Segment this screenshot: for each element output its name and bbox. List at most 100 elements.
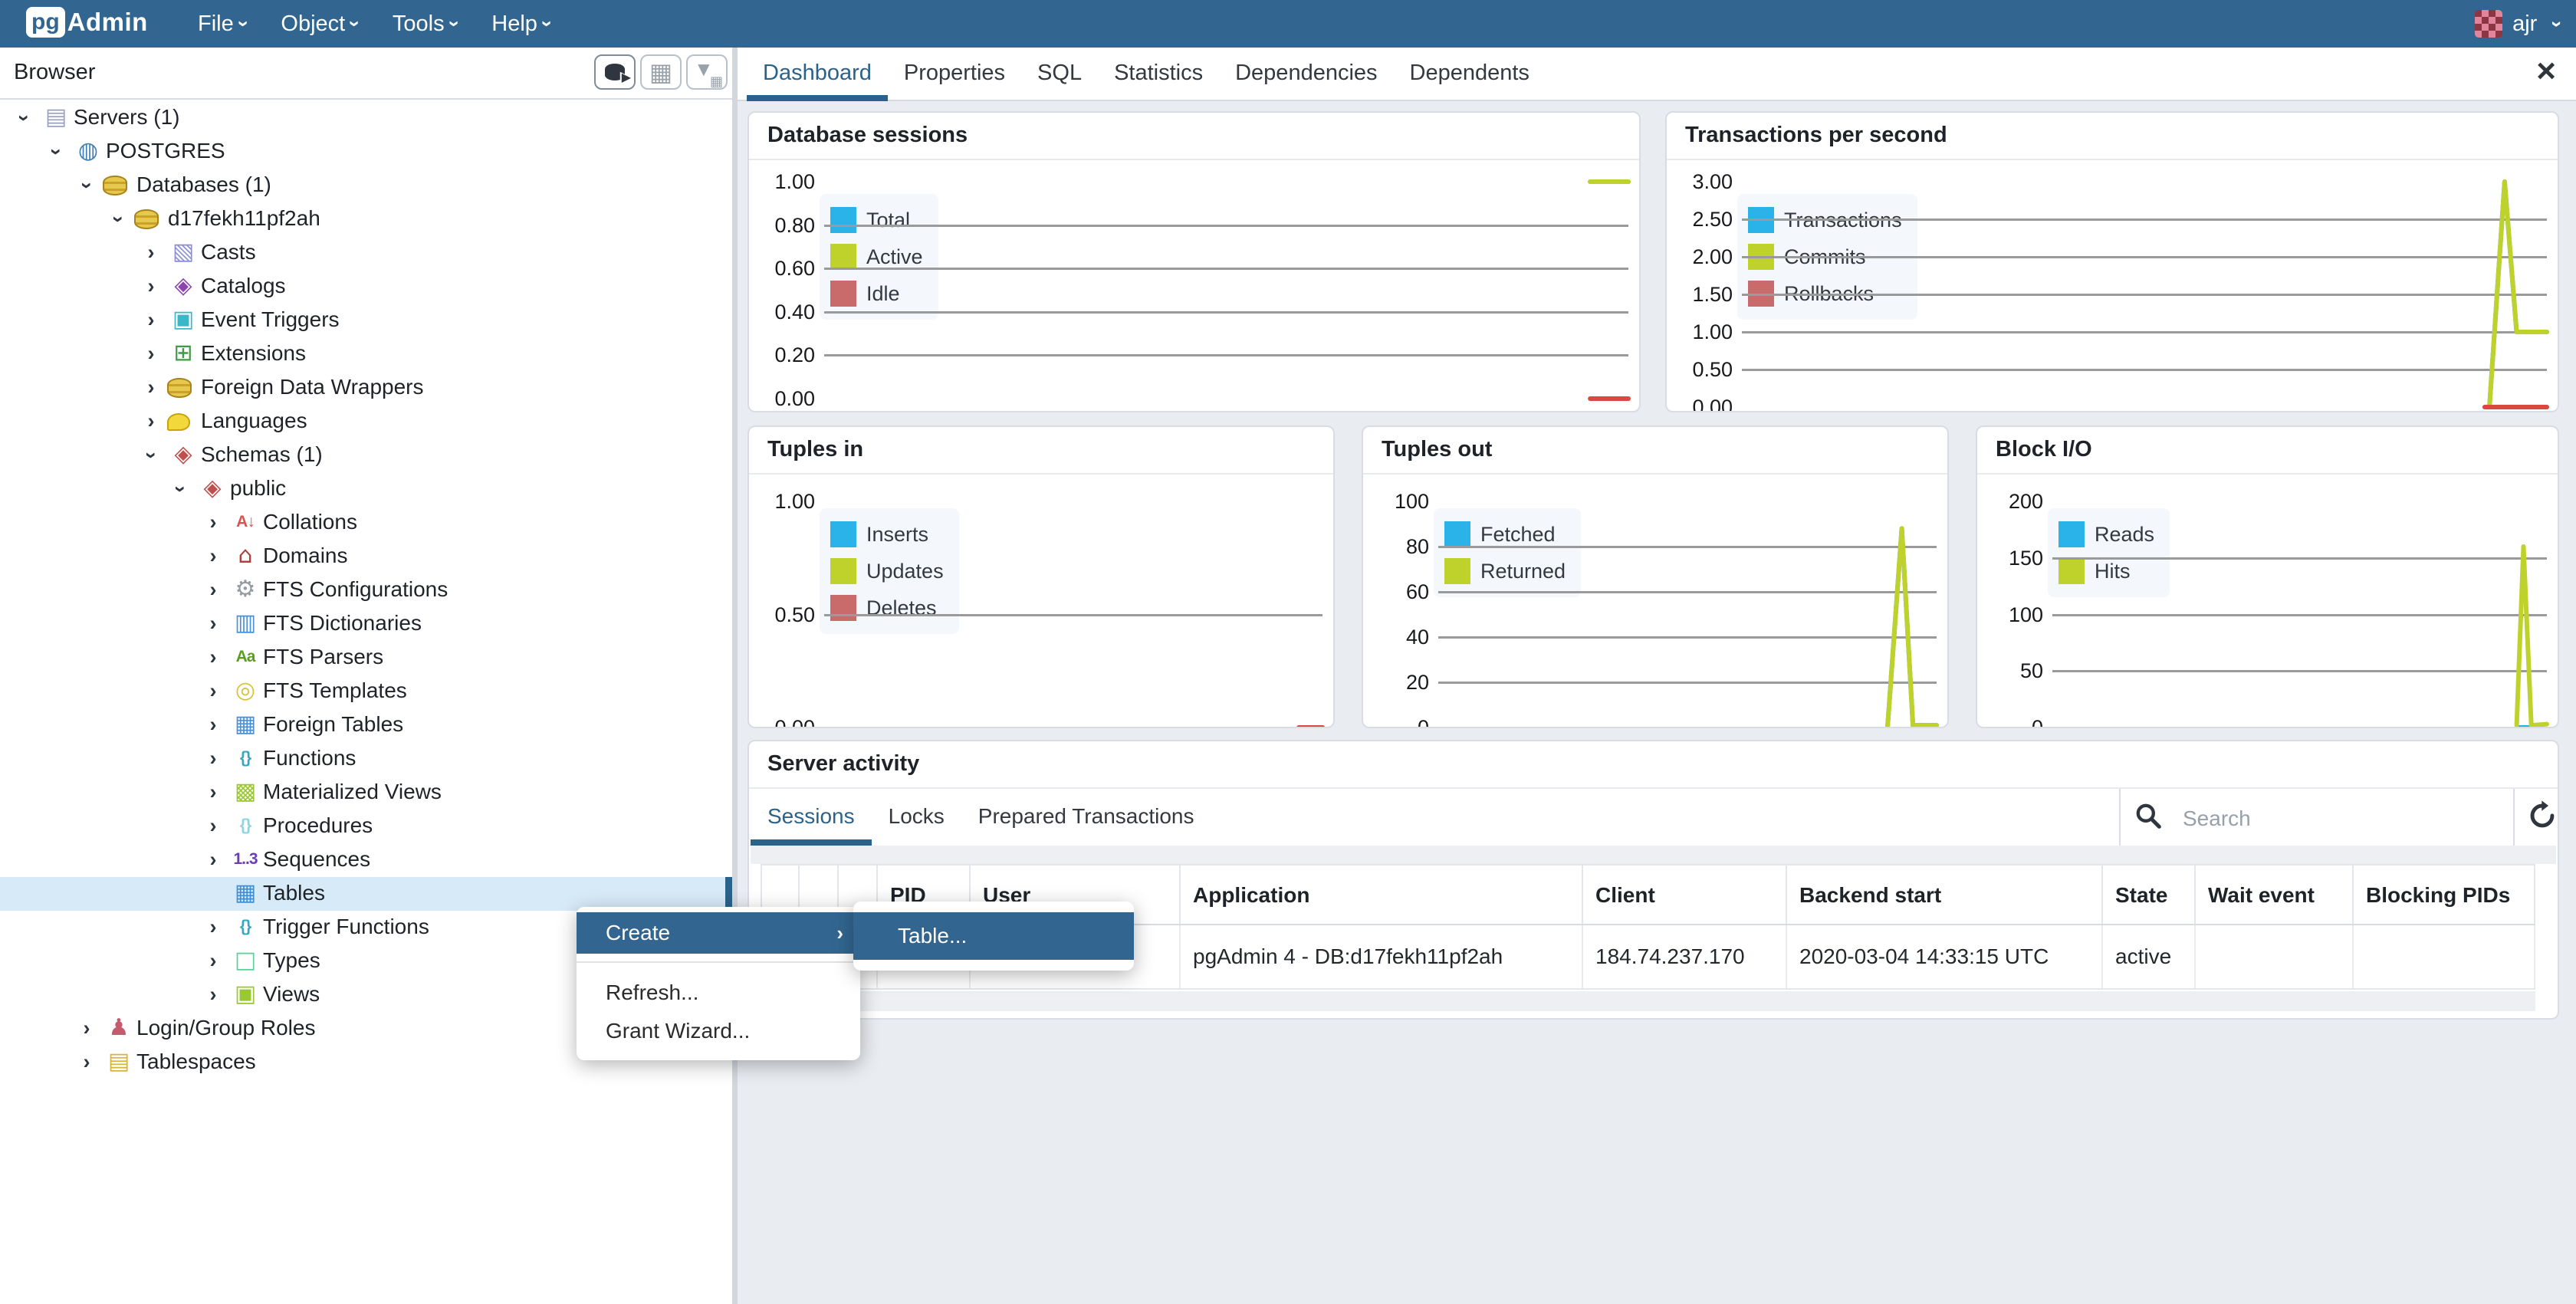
context-menu-item-table[interactable]: Table... <box>853 912 1134 960</box>
expand-icon[interactable]: › <box>200 573 226 607</box>
menu-item-label: Table... <box>898 924 967 948</box>
expand-icon[interactable]: › <box>200 810 226 843</box>
tree-item-event-triggers[interactable]: ›▣Event Triggers <box>0 304 732 337</box>
expand-icon[interactable]: › <box>138 270 164 304</box>
collapse-icon[interactable]: › <box>70 172 104 199</box>
user-name: ajr <box>2512 11 2537 37</box>
expand-icon[interactable]: › <box>200 742 226 776</box>
tree-item-foreign-data-wrappers[interactable]: ›Foreign Data Wrappers <box>0 371 732 405</box>
tree-item-servers-1[interactable]: ›▤Servers (1) <box>0 101 732 135</box>
collapse-icon[interactable]: › <box>101 206 135 232</box>
panel-database-sessions: Database sessions TotalActiveIdle1.000.8… <box>748 111 1641 412</box>
column-header-client[interactable]: Client <box>1583 864 1787 925</box>
tree-item-extensions[interactable]: ›⊞Extensions <box>0 337 732 371</box>
tree-item-d17fekh11pf2ah[interactable]: ›d17fekh11pf2ah <box>0 202 732 236</box>
expand-icon[interactable]: › <box>200 675 226 708</box>
activity-tab-locks[interactable]: Locks <box>872 789 961 846</box>
tab-sql[interactable]: SQL <box>1021 48 1098 100</box>
table-cell: 2020-03-04 14:33:15 UTC <box>1787 925 2103 990</box>
collapse-icon[interactable]: › <box>7 105 41 131</box>
menubar-item-object[interactable]: Object› <box>264 0 376 48</box>
tab-dependencies[interactable]: Dependencies <box>1219 48 1393 100</box>
catalogs-icon: ◈ <box>167 270 199 304</box>
expand-icon[interactable]: › <box>138 304 164 337</box>
tree-item-domains[interactable]: ›⌂Domains <box>0 540 732 573</box>
refresh-icon[interactable] <box>2526 800 2558 836</box>
types-icon: □ <box>229 944 261 978</box>
expand-icon[interactable]: › <box>200 607 226 641</box>
panel-block-io: Block I/O ReadsHits200150100500 <box>1976 425 2559 728</box>
tree-item-label: Tables <box>263 877 325 911</box>
context-menu-item-grant-wizard[interactable]: Grant Wizard... <box>577 1012 860 1050</box>
close-icon[interactable]: × <box>2536 48 2556 95</box>
expand-icon[interactable]: › <box>74 1046 100 1079</box>
tree-item-casts[interactable]: ›▧Casts <box>0 236 732 270</box>
expand-icon[interactable]: › <box>138 337 164 371</box>
panel-resize-handle[interactable] <box>732 48 738 1304</box>
expand-icon[interactable]: › <box>138 405 164 438</box>
panel-tuples-in: Tuples in InsertsUpdatesDeletes1.000.500… <box>748 425 1335 728</box>
tree-item-collations[interactable]: ›A↓Collations <box>0 506 732 540</box>
expand-icon[interactable]: › <box>200 708 226 742</box>
expand-icon[interactable]: › <box>74 1012 100 1046</box>
column-header-backend-start[interactable]: Backend start <box>1787 864 2103 925</box>
view-data-button[interactable]: ▦ <box>640 54 682 90</box>
expand-icon[interactable]: › <box>200 776 226 810</box>
tree-item-materialized-views[interactable]: ›▩Materialized Views <box>0 776 732 810</box>
expand-icon[interactable]: › <box>200 540 226 573</box>
tree-item-databases-1[interactable]: ›Databases (1) <box>0 169 732 202</box>
column-header-application[interactable]: Application <box>1181 864 1583 925</box>
tree-item-procedures[interactable]: ›{}Procedures <box>0 810 732 843</box>
chart-transactions-per-second: TransactionsCommitsRollbacks3.002.502.00… <box>1667 160 2558 411</box>
query-tool-button[interactable] <box>594 54 636 90</box>
tree-item-public[interactable]: ›◈public <box>0 472 732 506</box>
column-header-wait-event[interactable]: Wait event <box>2196 864 2354 925</box>
tree-item-fts-configurations[interactable]: ›⚙FTS Configurations <box>0 573 732 607</box>
table-cell: 184.74.237.170 <box>1583 925 1787 990</box>
tree-item-fts-templates[interactable]: ›◎FTS Templates <box>0 675 732 708</box>
tab-statistics[interactable]: Statistics <box>1098 48 1219 100</box>
tree-item-foreign-tables[interactable]: ›▦Foreign Tables <box>0 708 732 742</box>
menubar-item-file[interactable]: File› <box>181 0 264 48</box>
tree-item-languages[interactable]: ›Languages <box>0 405 732 438</box>
filtered-rows-button[interactable] <box>686 54 728 90</box>
tree-item-label: Sequences <box>263 843 370 877</box>
server-activity-title: Server activity <box>767 741 919 786</box>
search-input[interactable] <box>2181 795 2460 843</box>
expand-icon[interactable]: › <box>200 506 226 540</box>
tab-dependents[interactable]: Dependents <box>1394 48 1546 100</box>
collapse-icon[interactable]: › <box>134 442 168 468</box>
tree-item-fts-dictionaries[interactable]: ›▥FTS Dictionaries <box>0 607 732 641</box>
expand-icon[interactable]: › <box>200 978 226 1012</box>
expand-icon[interactable]: › <box>138 236 164 270</box>
tree-item-fts-parsers[interactable]: ›AaFTS Parsers <box>0 641 732 675</box>
expand-icon[interactable]: › <box>138 371 164 405</box>
views-icon: ▣ <box>229 978 261 1012</box>
expand-icon[interactable]: › <box>200 641 226 675</box>
tree-item-functions[interactable]: ›{}Functions <box>0 742 732 776</box>
horizontal-scrollbar-track[interactable] <box>761 991 2535 1011</box>
server-activity-tabs: SessionsLocksPrepared Transactions <box>751 789 1211 846</box>
tree-item-postgres[interactable]: ›◍POSTGRES <box>0 135 732 169</box>
tree-item-label: FTS Configurations <box>263 573 448 607</box>
collapse-icon[interactable]: › <box>163 476 197 502</box>
collapse-icon[interactable]: › <box>39 139 73 165</box>
tree-item-tables[interactable]: ▦Tables <box>0 877 732 911</box>
tree-item-schemas-1[interactable]: ›◈Schemas (1) <box>0 438 732 472</box>
column-header-blocking-pids[interactable]: Blocking PIDs <box>2354 864 2535 925</box>
tree-item-sequences[interactable]: ›1..3Sequences <box>0 843 732 877</box>
expand-icon[interactable]: › <box>200 944 226 978</box>
column-header-state[interactable]: State <box>2103 864 2196 925</box>
tree-item-catalogs[interactable]: ›◈Catalogs <box>0 270 732 304</box>
user-menu[interactable]: ajr › <box>2475 0 2561 48</box>
activity-tab-sessions[interactable]: Sessions <box>751 789 872 846</box>
context-menu-item-refresh[interactable]: Refresh... <box>577 974 860 1012</box>
expand-icon[interactable]: › <box>200 843 226 877</box>
context-menu-item-create[interactable]: Create › <box>577 912 860 954</box>
expand-icon[interactable]: › <box>200 911 226 944</box>
menubar-item-help[interactable]: Help› <box>475 0 567 48</box>
menubar-item-tools[interactable]: Tools› <box>376 0 475 48</box>
activity-tab-prepared-transactions[interactable]: Prepared Transactions <box>961 789 1211 846</box>
tab-dashboard[interactable]: Dashboard <box>747 48 888 100</box>
tab-properties[interactable]: Properties <box>888 48 1021 100</box>
